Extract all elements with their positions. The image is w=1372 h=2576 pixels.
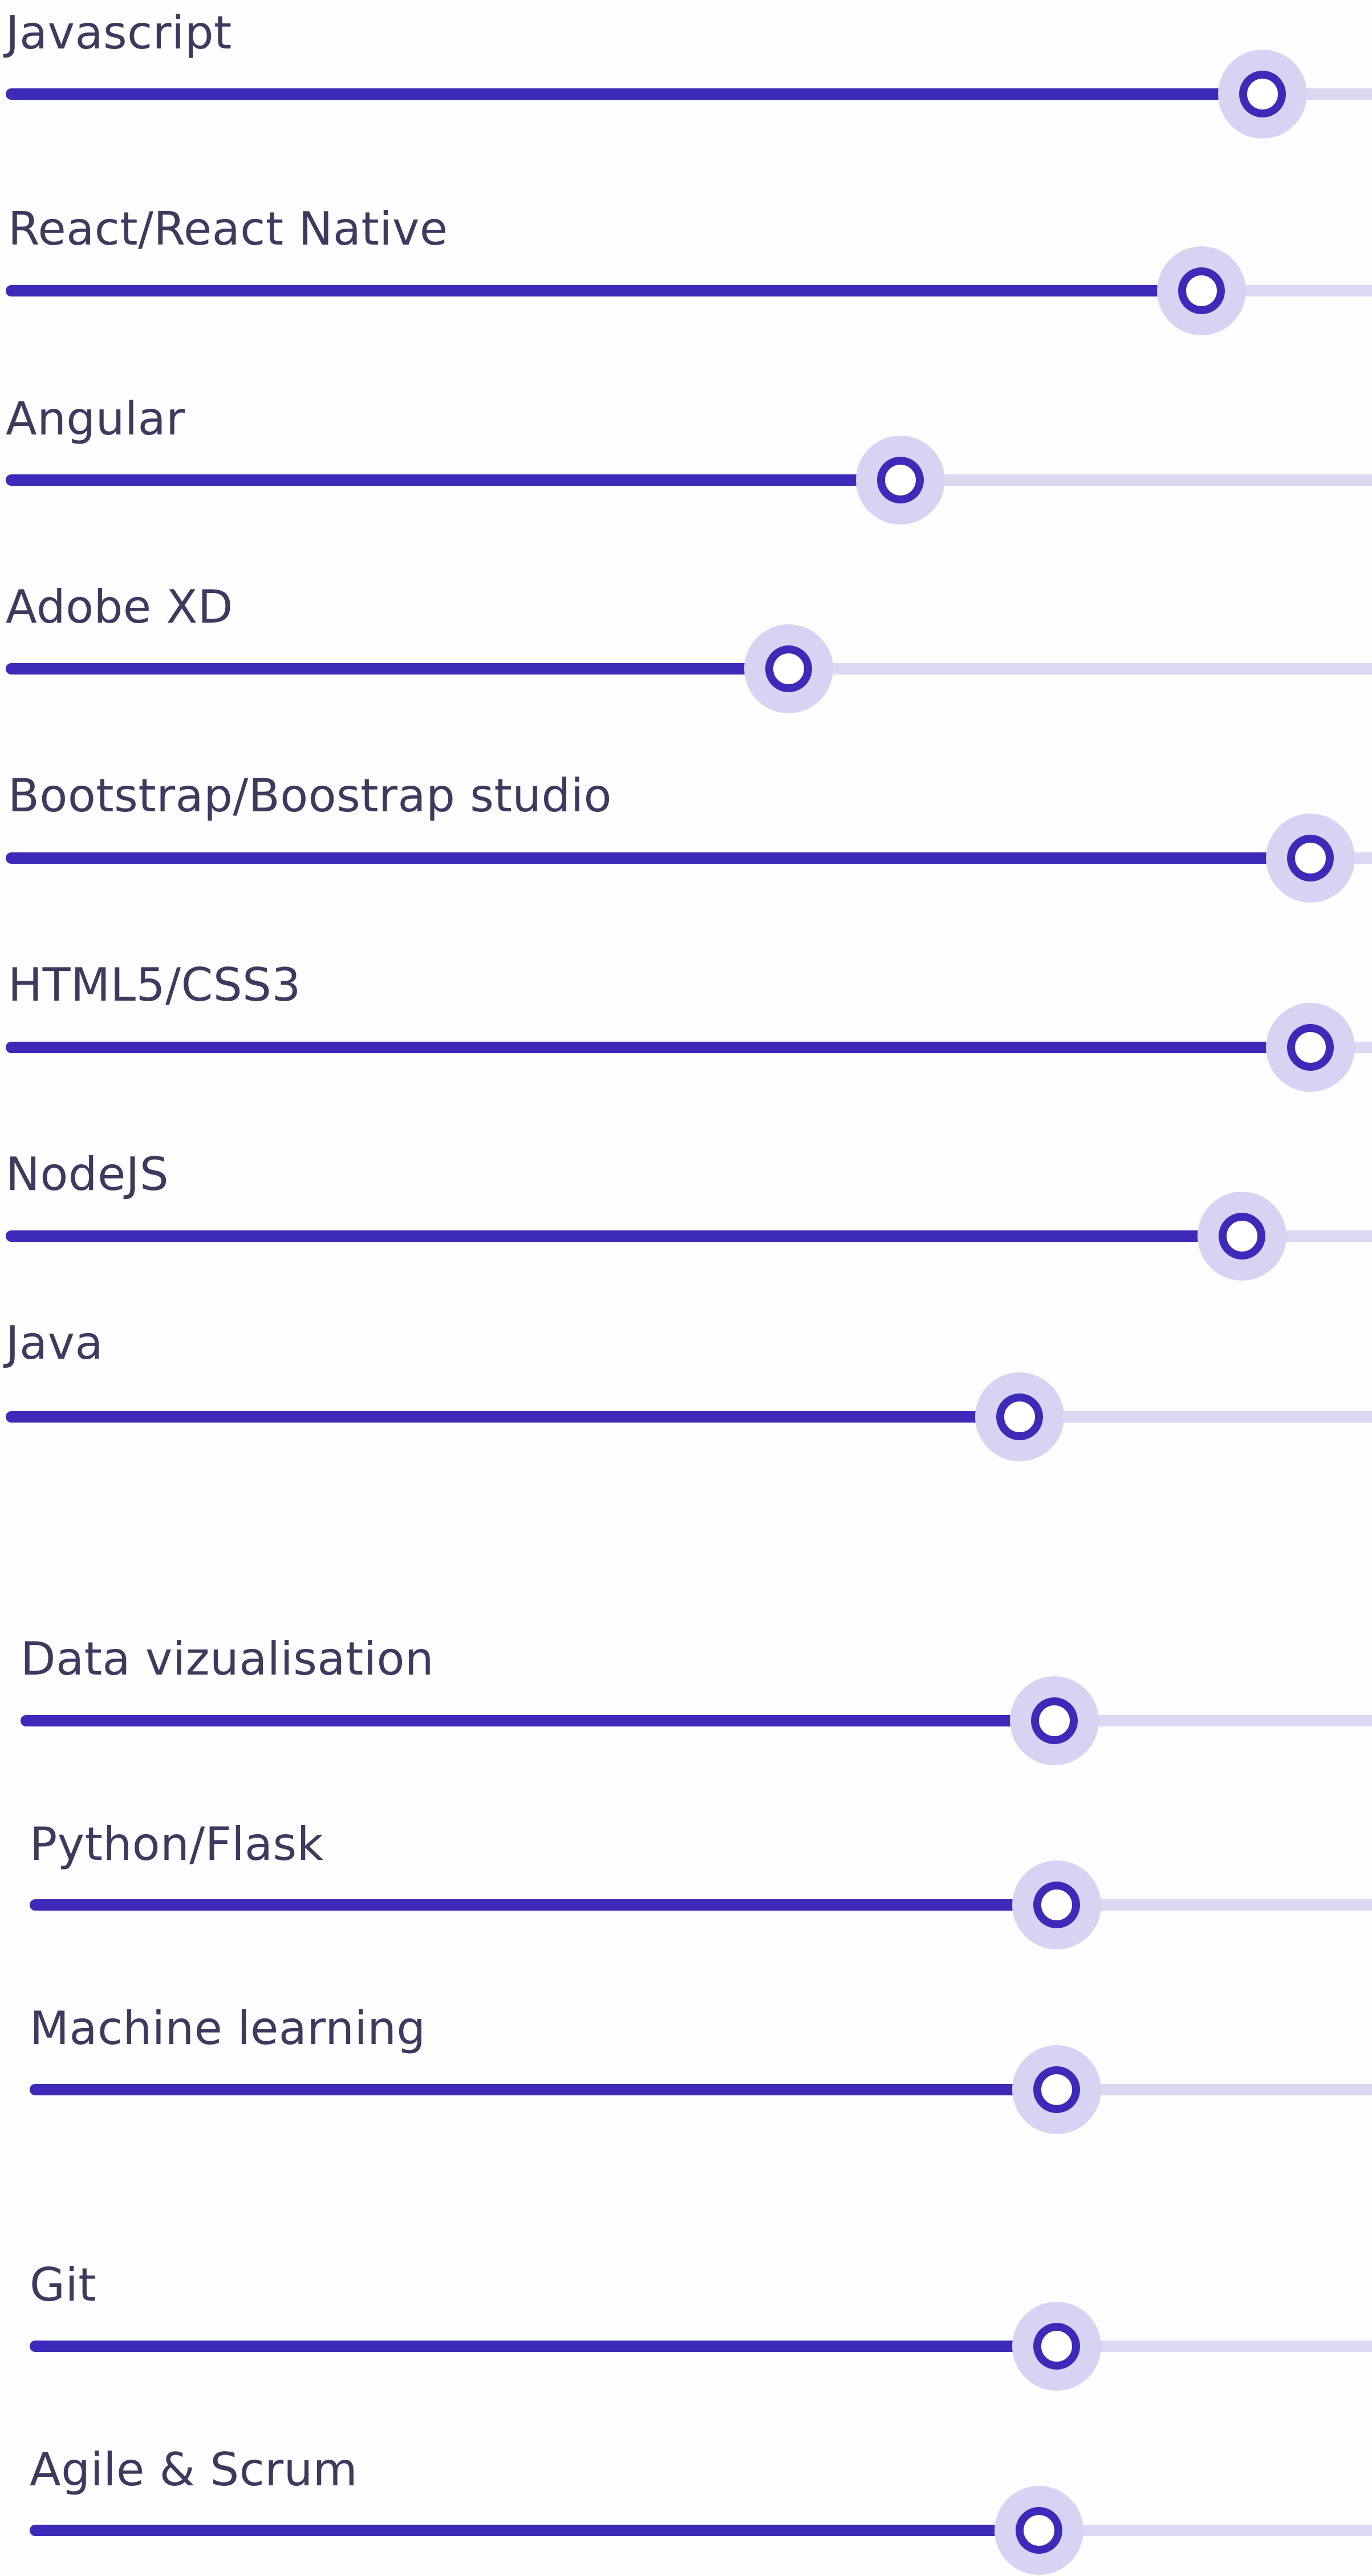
skill-slider[interactable] [6,1003,1372,1092]
skill-label: HTML5/CSS3 [8,958,301,1011]
slider-thumb[interactable] [1031,1697,1078,1744]
skill-slider[interactable] [6,50,1372,139]
skill-label: Data vizualisation [21,1632,435,1685]
slider-thumb[interactable] [996,1393,1043,1440]
slider-thumb[interactable] [1239,71,1286,117]
skill-slider[interactable] [21,1676,1372,1765]
slider-thumb[interactable] [877,457,924,503]
slider-fill [21,1715,1055,1726]
slider-thumb[interactable] [765,645,812,692]
slider-fill [6,1042,1311,1053]
slider-fill [6,1230,1243,1242]
skill-slider[interactable] [30,2486,1372,2575]
skill-slider[interactable] [6,246,1372,335]
skill-slider[interactable] [6,1192,1372,1281]
skill-slider[interactable] [30,2302,1372,2391]
skill-label: Git [30,2258,97,2311]
skill-slider[interactable] [6,624,1372,713]
skill-label: Agile & Scrum [30,2443,358,2496]
skill-label: Adobe XD [6,580,233,633]
skill-label: Java [6,1317,103,1370]
skill-label: Angular [6,392,185,445]
slider-fill [6,663,789,675]
skill-label: NodeJS [6,1148,169,1201]
slider-fill [6,285,1201,296]
slider-fill [6,474,901,486]
skill-slider[interactable] [6,1372,1372,1461]
slider-fill [6,852,1311,864]
slider-thumb[interactable] [1033,2323,1080,2370]
skill-label: React/React Native [8,202,448,255]
slider-fill [6,88,1263,100]
slider-thumb[interactable] [1287,1024,1334,1071]
slider-fill [30,2341,1057,2352]
slider-thumb[interactable] [1287,835,1334,881]
skill-label: Bootstrap/Boostrap studio [8,769,612,822]
skill-slider[interactable] [30,2045,1372,2134]
skill-label: Python/Flask [30,1818,324,1871]
skill-slider[interactable] [6,436,1372,525]
slider-fill [30,1899,1057,1911]
slider-fill [30,2525,1040,2536]
slider-thumb[interactable] [1178,267,1225,314]
slider-thumb[interactable] [1033,1882,1080,1928]
skill-label: Javascript [6,6,232,59]
skills-page: { "accent_color": "#3d2ab8", "track_colo… [0,0,1372,2576]
skill-slider[interactable] [6,814,1372,903]
slider-fill [30,2084,1057,2095]
skill-slider[interactable] [30,1860,1372,1949]
slider-thumb[interactable] [1033,2066,1080,2113]
skill-label: Machine learning [30,2002,426,2055]
slider-fill [6,1411,1020,1423]
slider-thumb[interactable] [1219,1213,1266,1259]
slider-thumb[interactable] [1016,2507,1063,2554]
